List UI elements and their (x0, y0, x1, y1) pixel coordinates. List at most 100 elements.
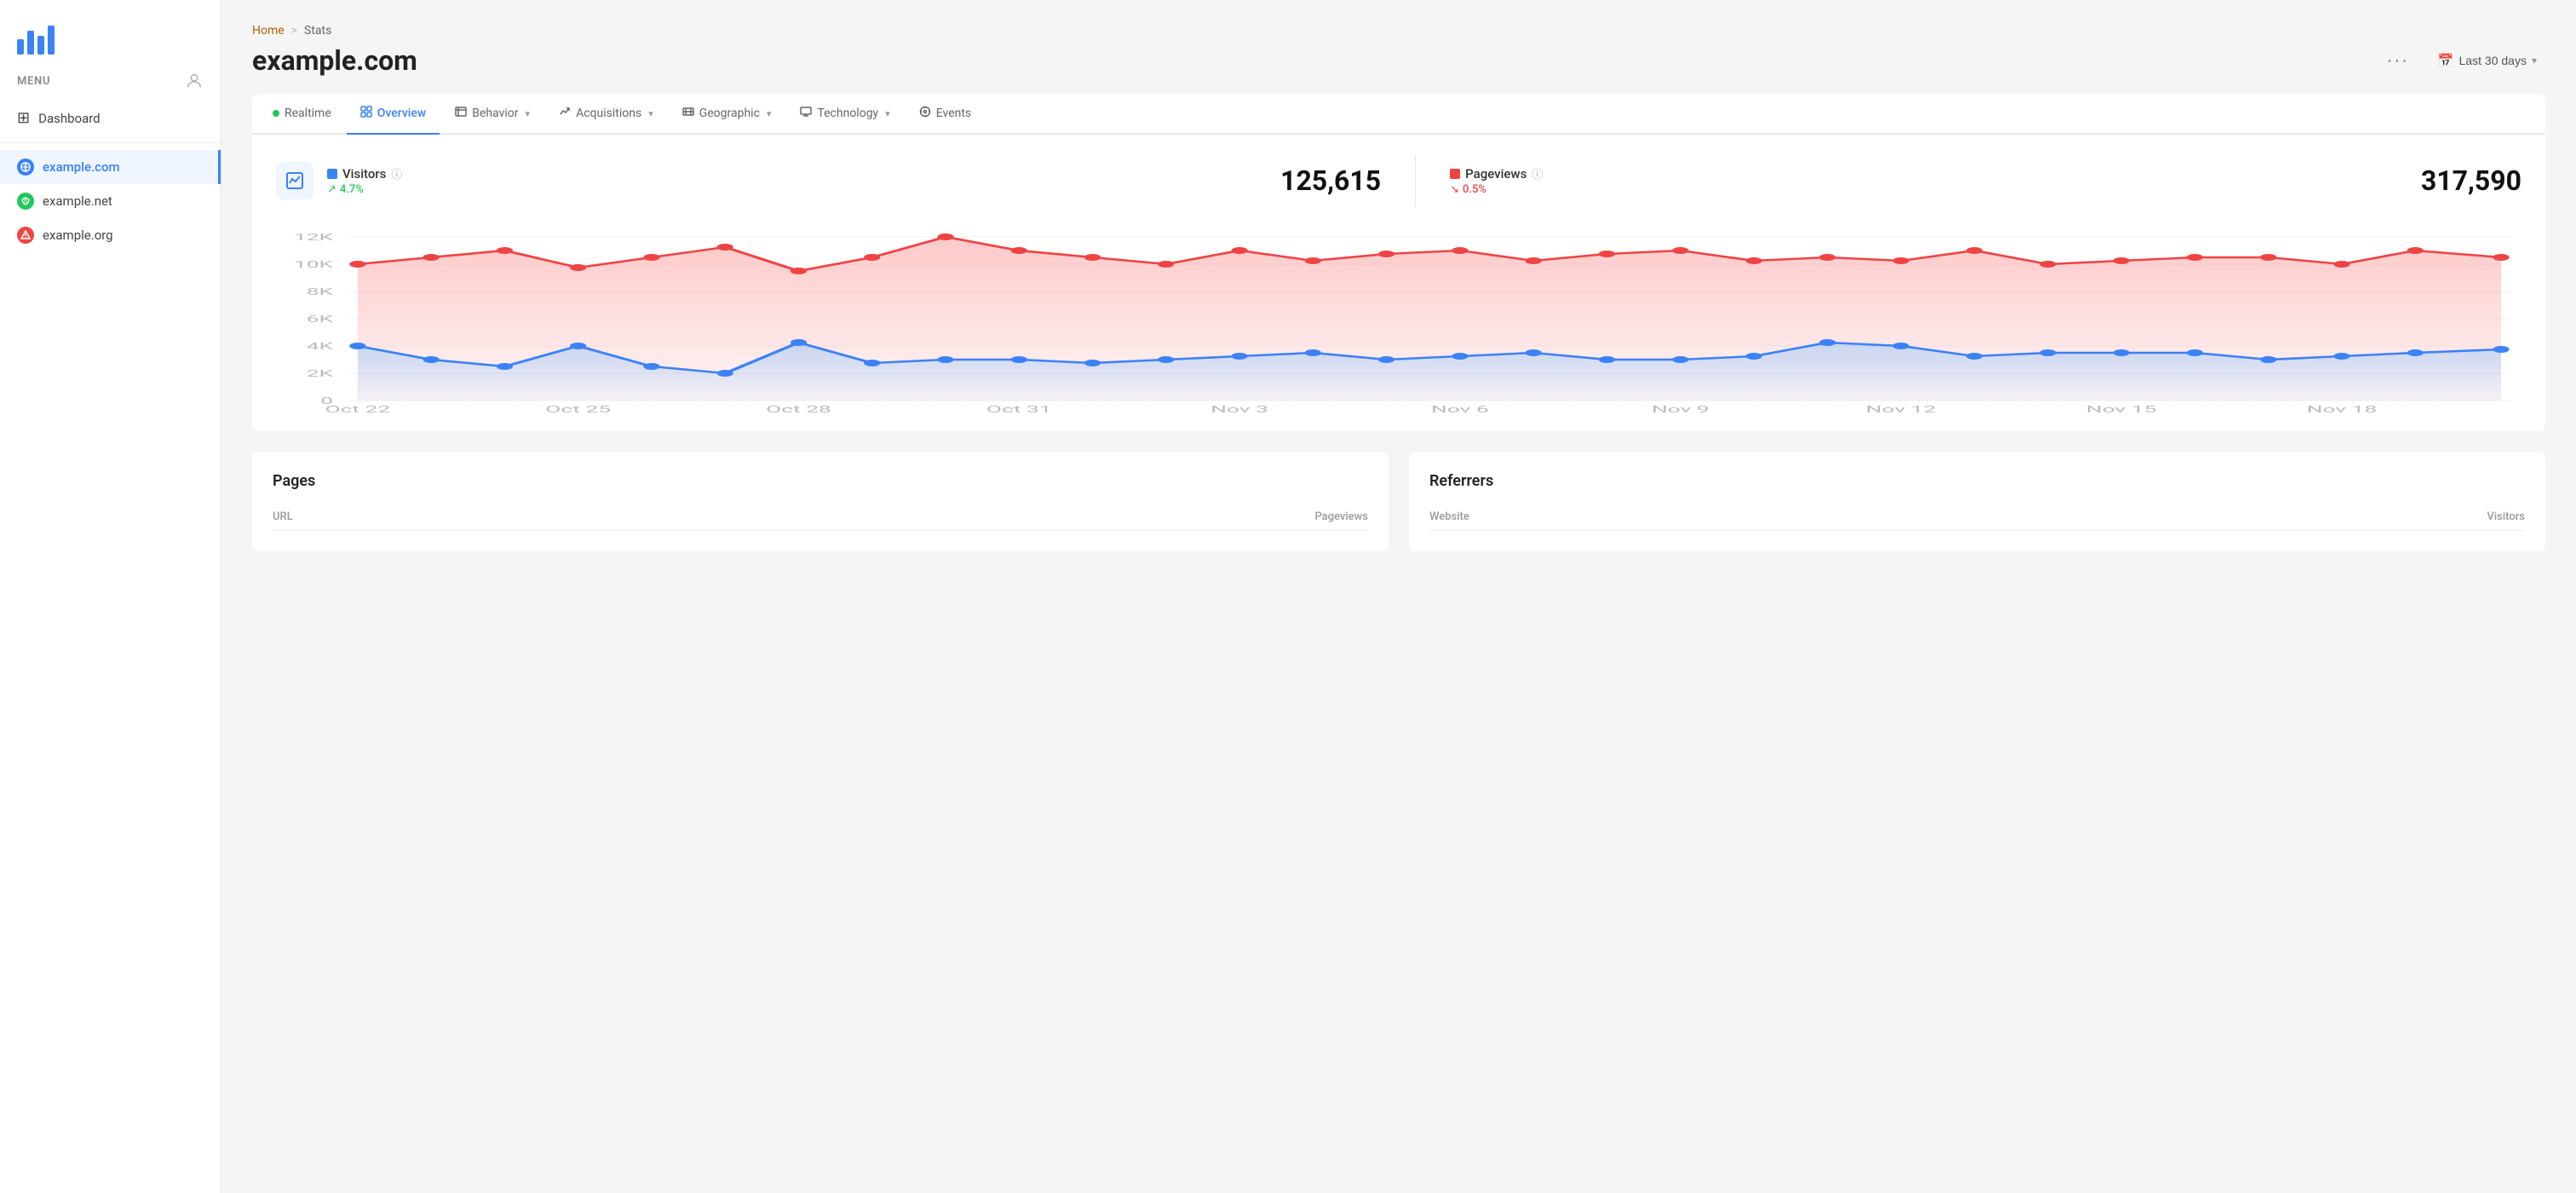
site-label-example-com: example.com (43, 159, 120, 175)
site-dot-example-com (17, 158, 34, 176)
tab-overview[interactable]: Overview (347, 94, 440, 135)
site-dot-example-net (17, 193, 34, 210)
logo-bar-4 (48, 26, 55, 55)
bottom-cards: Pages URL Pageviews Referrers Website Vi… (252, 452, 2545, 551)
pageviews-color (1450, 169, 1460, 179)
pageviews-info-icon[interactable]: ⓘ (1532, 165, 1543, 182)
svg-text:Nov 18: Nov 18 (2307, 404, 2378, 414)
more-button[interactable]: ··· (2380, 48, 2416, 74)
visitors-change: ↗ 4.7% (327, 183, 402, 196)
svg-text:Nov 3: Nov 3 (1210, 404, 1268, 414)
avatar-icon[interactable] (185, 72, 204, 90)
menu-label: MENU (17, 75, 50, 88)
referrers-title: Referrers (1429, 472, 2525, 490)
logo-bar-3 (37, 36, 44, 55)
sidebar-menu-header: MENU (0, 61, 221, 101)
svg-text:10K: 10K (294, 259, 334, 270)
date-range-chevron: ▾ (2532, 55, 2537, 66)
tab-events[interactable]: Events (906, 94, 985, 135)
page-header: example.com ··· 📅 Last 30 days ▾ (252, 44, 2545, 77)
svg-text:Oct 25: Oct 25 (545, 404, 611, 414)
realtime-dot (273, 110, 279, 117)
date-range-label: Last 30 days (2459, 54, 2527, 67)
visitors-color (327, 169, 337, 179)
pageviews-label-row: Pageviews ⓘ (1450, 165, 1543, 182)
calendar-icon: 📅 (2438, 53, 2454, 68)
pages-title: Pages (273, 472, 1368, 490)
down-arrow-icon: ↘ (1450, 183, 1459, 196)
pages-table-header: URL Pageviews (273, 504, 1368, 531)
chart-x-labels: Oct 22 Oct 25 Oct 28 Oct 31 Nov 3 Nov 6 … (325, 404, 2378, 414)
tab-acquisitions-label: Acquisitions (576, 107, 641, 120)
behavior-chevron: ▾ (526, 108, 531, 119)
tab-overview-label: Overview (377, 107, 426, 120)
visitors-info: Visitors ⓘ ↗ 4.7% (327, 165, 402, 196)
site-label-example-net: example.net (43, 193, 112, 209)
page-title: example.com (252, 44, 417, 77)
sidebar: MENU ⊞ Dashboard example.com (0, 0, 221, 1193)
tab-realtime-label: Realtime (285, 107, 331, 120)
visitors-label-row: Visitors ⓘ (327, 165, 402, 182)
behavior-icon (455, 106, 467, 121)
svg-text:Oct 28: Oct 28 (766, 404, 831, 414)
pageviews-metric: Pageviews ⓘ ↘ 0.5% (1450, 165, 1543, 196)
svg-text:Nov 6: Nov 6 (1431, 404, 1489, 414)
pageviews-change-value: 0.5% (1463, 183, 1486, 196)
technology-chevron: ▾ (885, 108, 890, 119)
visitors-value: 125,615 (1280, 164, 1381, 197)
tabs-bar: Realtime Overview Behavior (252, 94, 2545, 135)
breadcrumb-home[interactable]: Home (252, 24, 285, 37)
metric-divider (1415, 155, 1416, 206)
svg-text:Nov 15: Nov 15 (2086, 404, 2157, 414)
referrers-card: Referrers Website Visitors (1409, 452, 2545, 551)
pageviews-info: Pageviews ⓘ ↘ 0.5% (1450, 165, 1543, 196)
sidebar-item-example-org[interactable]: example.org (0, 218, 221, 252)
svg-text:4K: 4K (307, 341, 334, 352)
chart-container: 12K 10K 8K 6K 4K 2K 0 (276, 227, 2521, 414)
svg-text:8K: 8K (307, 286, 334, 297)
tab-behavior[interactable]: Behavior ▾ (441, 94, 543, 135)
acquisitions-chevron: ▾ (648, 108, 653, 119)
logo-bar-1 (17, 39, 24, 55)
site-label-example-org: example.org (43, 228, 113, 243)
logo-bar-2 (27, 31, 34, 55)
svg-text:6K: 6K (307, 314, 334, 325)
referrers-table-header: Website Visitors (1429, 504, 2525, 531)
sidebar-item-example-com[interactable]: example.com (0, 150, 221, 184)
technology-icon (800, 106, 812, 121)
main-content: Home > Stats example.com ··· 📅 Last 30 d… (221, 0, 2576, 1193)
chart-svg: 12K 10K 8K 6K 4K 2K 0 (276, 227, 2521, 414)
tab-realtime[interactable]: Realtime (259, 95, 345, 134)
tab-geographic-label: Geographic (699, 107, 760, 120)
visitors-change-value: 4.7% (340, 183, 364, 196)
tab-acquisitions[interactable]: Acquisitions ▾ (545, 94, 667, 135)
breadcrumb-separator: > (291, 24, 297, 37)
breadcrumb-current: Stats (304, 24, 331, 37)
pages-col-pageviews: Pageviews (1314, 510, 1368, 523)
svg-text:Nov 12: Nov 12 (1866, 404, 1936, 414)
pages-card: Pages URL Pageviews (252, 452, 1389, 551)
pageviews-label: Pageviews (1465, 166, 1527, 182)
tab-technology[interactable]: Technology ▾ (786, 94, 903, 135)
svg-text:Nov 9: Nov 9 (1652, 404, 1710, 414)
tab-events-label: Events (936, 107, 971, 120)
sidebar-item-example-net[interactable]: example.net (0, 184, 221, 218)
logo-icon (17, 20, 55, 55)
date-range-button[interactable]: 📅 Last 30 days ▾ (2429, 48, 2545, 73)
tab-behavior-label: Behavior (472, 107, 518, 120)
svg-text:12K: 12K (294, 232, 334, 243)
overview-icon (360, 106, 372, 121)
visitors-label: Visitors (342, 166, 386, 182)
sidebar-logo (0, 0, 221, 61)
svg-text:Oct 31: Oct 31 (986, 404, 1052, 414)
tab-geographic[interactable]: Geographic ▾ (669, 94, 785, 135)
dashboard-label: Dashboard (38, 111, 101, 126)
tab-technology-label: Technology (817, 107, 878, 120)
chart-card: Visitors ⓘ ↗ 4.7% 125,615 Pageviews ⓘ (252, 135, 2545, 431)
visitors-info-icon[interactable]: ⓘ (391, 165, 402, 182)
sidebar-item-dashboard[interactable]: ⊞ Dashboard (0, 101, 221, 135)
acquisitions-icon (559, 106, 571, 121)
referrers-col-visitors: Visitors (2487, 510, 2525, 523)
site-dot-example-org (17, 227, 34, 244)
events-icon (919, 106, 931, 121)
